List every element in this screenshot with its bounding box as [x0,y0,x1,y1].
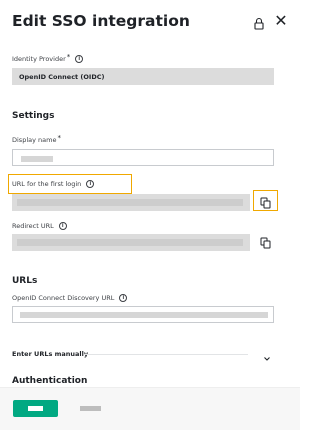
identity-provider-value: OpenID Connect (OIDC) [19,73,105,81]
info-icon[interactable]: i [86,180,95,188]
redirect-url-label: Redirect URL i [12,222,67,230]
discovery-url-value [20,312,268,318]
chevron-down-icon[interactable] [262,349,272,361]
first-login-url-label: URL for the first login i [12,180,95,188]
first-login-url-field [12,194,250,211]
redirect-url-field [12,234,250,251]
enter-urls-manually-toggle[interactable]: Enter URLs manually [12,350,88,358]
identity-provider-field: OpenID Connect (OIDC) [12,68,274,85]
display-name-input[interactable] [12,149,274,166]
lock-icon[interactable] [253,15,265,30]
info-icon[interactable]: i [58,222,67,230]
display-name-value [21,156,53,162]
copy-first-login-url-button[interactable] [259,195,273,209]
required-mark: * [57,134,61,142]
copy-redirect-url-button[interactable] [259,235,273,249]
copy-icon [260,237,271,249]
required-mark: * [66,53,71,61]
urls-heading: URLs [12,276,38,286]
copy-icon [260,197,271,209]
save-button[interactable] [13,400,58,417]
close-icon[interactable]: ✕ [273,12,289,30]
display-name-label: Display name * [12,134,61,144]
cancel-button[interactable] [80,406,101,411]
first-login-url-value [17,199,243,206]
identity-provider-label: Identity Provider * i [12,53,84,63]
discovery-url-label: OpenID Connect Discovery URL i [12,294,128,302]
settings-heading: Settings [12,111,55,121]
dialog-header: Edit SSO integration ✕ [12,10,288,36]
info-icon[interactable]: i [119,294,128,302]
divider [84,354,248,355]
info-icon[interactable]: i [75,55,84,63]
discovery-url-input[interactable] [12,306,274,323]
save-button-label [28,406,43,411]
dialog-title: Edit SSO integration [12,12,190,30]
redirect-url-value [17,239,243,246]
authentication-heading: Authentication [12,376,88,386]
